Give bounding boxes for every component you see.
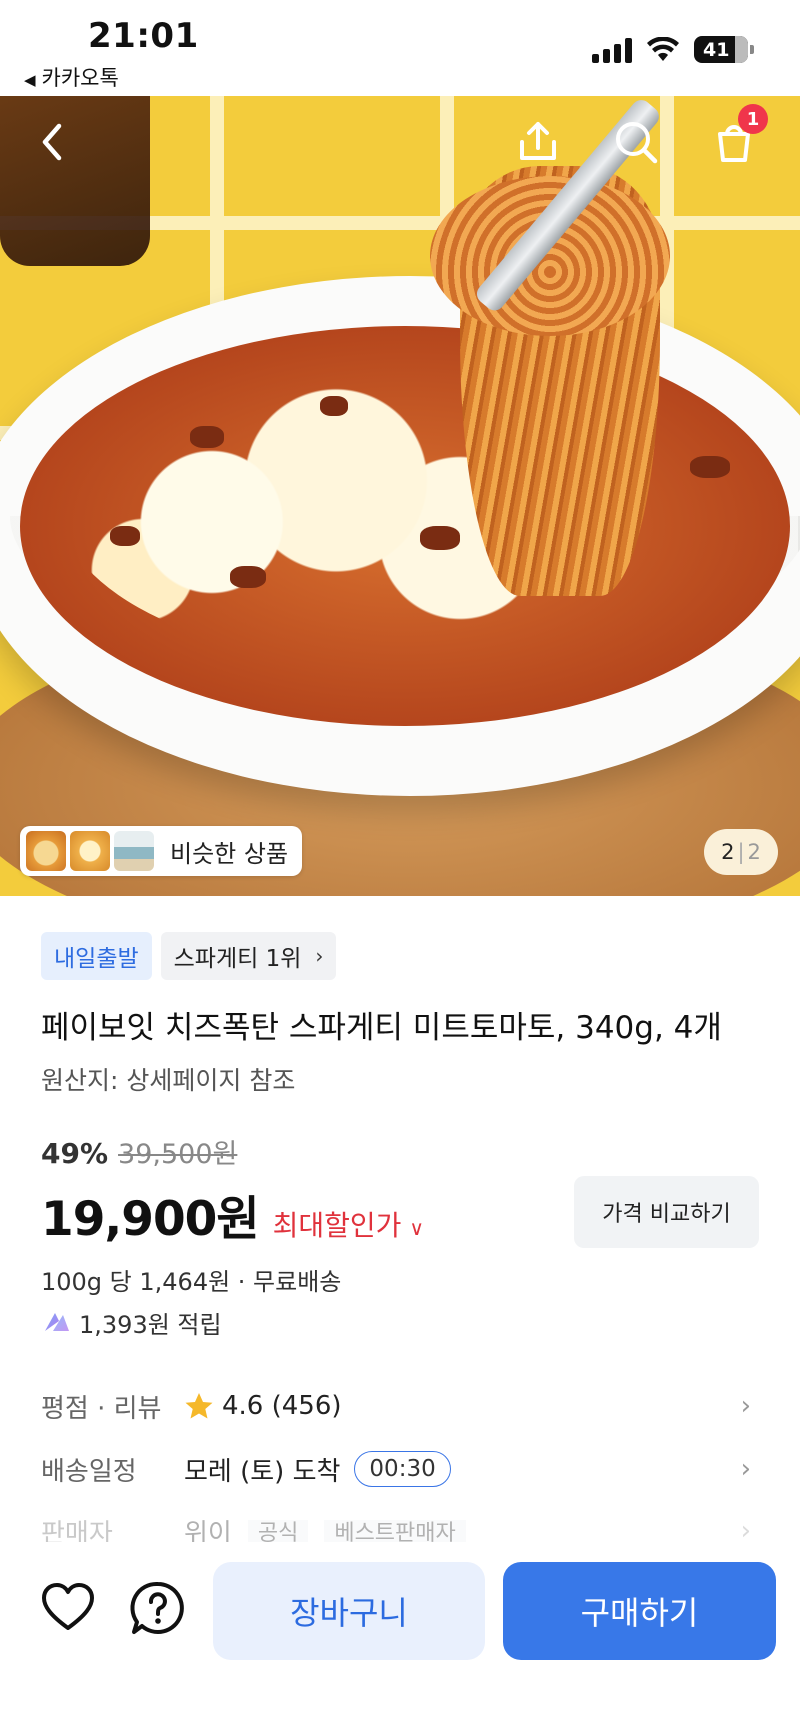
rating-label: 평점 · 리뷰: [41, 1393, 162, 1424]
cart-button[interactable]: 1: [710, 104, 768, 166]
chevron-right-icon: ›: [740, 1520, 751, 1542]
question-bubble-icon: [130, 1581, 184, 1634]
product-origin: 원산지: 상세페이지 참조: [41, 1066, 296, 1095]
points-label: 1,393원 적립: [79, 1311, 222, 1339]
seller-row[interactable]: 판매자 위이 공식 베스트판매자 ›: [41, 1520, 759, 1542]
product-image[interactable]: [0, 96, 800, 896]
shipping-label: 배송일정: [41, 1456, 137, 1487]
chevron-right-icon: ›: [740, 1391, 751, 1421]
cellular-signal-icon: [592, 37, 632, 63]
chevron-right-icon: ›: [315, 944, 324, 968]
shipping-value: 모레 (토) 도착: [184, 1456, 341, 1487]
back-to-app-link[interactable]: ◀ 카카오톡: [24, 62, 119, 92]
similar-products-label: 비슷한 상품: [170, 839, 289, 868]
max-discount-toggle[interactable]: 최대할인가 ∨: [273, 1204, 424, 1244]
image-page-indicator: 2 | 2: [704, 829, 778, 875]
inquiry-button[interactable]: [130, 1580, 186, 1636]
rank-tag-label: 스파게티 1위: [173, 946, 302, 972]
page-total: 2: [747, 840, 761, 864]
battery-icon: 41: [694, 36, 754, 63]
star-icon: [185, 1393, 213, 1419]
shipping-schedule-row[interactable]: 배송일정 모레 (토) 도착 00:30 ›: [41, 1446, 759, 1492]
seller-label: 판매자: [41, 1520, 113, 1542]
back-app-label: 카카오톡: [41, 66, 119, 90]
points-row: 1,393원 적립: [41, 1305, 222, 1340]
wishlist-button[interactable]: [40, 1580, 96, 1636]
back-button[interactable]: [28, 118, 76, 166]
bottom-action-bar: 장바구니 구매하기: [0, 1542, 800, 1731]
rank-tag[interactable]: 스파게티 1위 ›: [160, 932, 337, 980]
search-button[interactable]: [612, 118, 660, 166]
battery-level: 41: [703, 38, 730, 61]
delivery-tag: 내일출발: [41, 932, 152, 980]
heart-icon: [42, 1583, 94, 1630]
back-triangle-icon: ◀: [24, 71, 36, 89]
unit-price-shipping: 100g 당 1,464원 · 무료배송: [41, 1268, 342, 1296]
share-icon: [520, 122, 556, 160]
chevron-right-icon: ›: [740, 1454, 751, 1484]
status-bar: 21:01 ◀ 카카오톡 41: [0, 0, 800, 96]
seller-best-badge: 베스트판매자: [324, 1520, 466, 1542]
status-icons: 41: [592, 36, 754, 63]
price-row: 19,900원 최대할인가 ∨: [41, 1180, 424, 1249]
shipping-countdown: 00:30: [354, 1451, 451, 1487]
wifi-icon: [647, 36, 679, 61]
product-title: 페이보잇 치즈폭탄 스파게티 미트토마토, 340g, 4개: [41, 1010, 722, 1046]
chevron-left-icon: [42, 123, 62, 161]
similar-products-button[interactable]: 비슷한 상품: [20, 826, 303, 876]
seller-value: 위이: [184, 1520, 232, 1542]
cart-count-badge: 1: [738, 104, 768, 134]
discount-row: 49% 39,500원: [41, 1132, 237, 1171]
chevron-down-icon: ∨: [409, 1216, 425, 1240]
sale-price: 19,900원: [41, 1192, 260, 1247]
points-icon: [45, 1312, 69, 1331]
rating-value: 4.6 (456): [222, 1391, 342, 1421]
compare-price-button[interactable]: 가격 비교하기: [574, 1176, 759, 1248]
similar-thumb-2: [70, 831, 110, 871]
max-discount-label: 최대할인가: [272, 1209, 402, 1242]
page-current: 2: [721, 840, 735, 864]
product-tags: 내일출발 스파게티 1위 ›: [41, 932, 337, 980]
status-time: 21:01: [88, 16, 199, 56]
similar-thumb-1: [26, 831, 66, 871]
original-price: 39,500원: [118, 1139, 238, 1170]
similar-thumb-3: [114, 831, 154, 871]
buy-now-button[interactable]: 구매하기: [503, 1562, 776, 1660]
rating-review-row[interactable]: 평점 · 리뷰 4.6 (456) ›: [41, 1383, 759, 1429]
seller-official-badge: 공식: [247, 1520, 309, 1542]
share-button[interactable]: [514, 118, 562, 166]
search-icon: [616, 122, 658, 164]
add-to-cart-button[interactable]: 장바구니: [213, 1562, 485, 1660]
discount-percent: 49%: [41, 1137, 109, 1170]
